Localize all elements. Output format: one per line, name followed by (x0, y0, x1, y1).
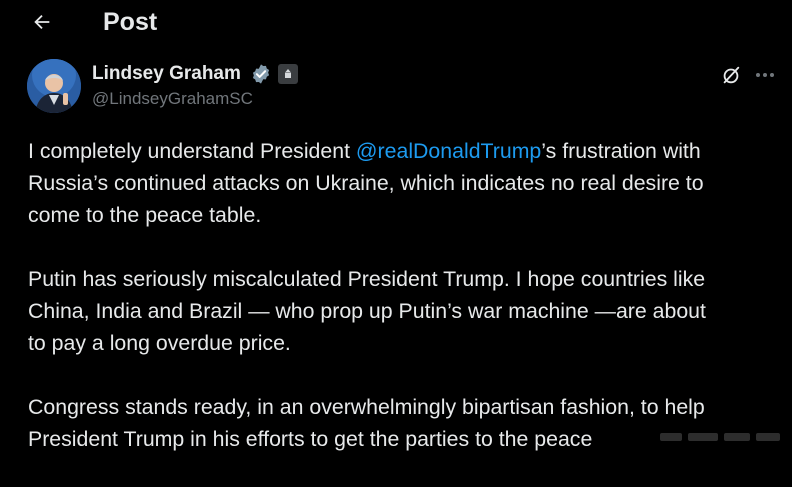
post-paragraph: I completely understand President @realD… (28, 135, 780, 231)
text-line: to pay a long overdue price. (28, 331, 291, 355)
text-segment: I completely understand President (28, 139, 356, 163)
author-avatar[interactable] (27, 59, 81, 113)
more-dots-icon (756, 73, 774, 77)
mention-link[interactable]: @realDonaldTrump (356, 139, 541, 163)
government-badge-icon (278, 64, 298, 84)
verified-check-icon (252, 64, 270, 84)
grok-icon (723, 66, 740, 84)
text-line: China, India and Brazil — who prop up Pu… (28, 299, 706, 323)
more-options-button[interactable] (752, 62, 778, 88)
author-handle[interactable]: @LindseyGrahamSC (92, 88, 253, 110)
text-line: I completely understand President @realD… (28, 135, 780, 167)
author-name[interactable]: Lindsey Graham (92, 62, 241, 86)
watermark-overlay (660, 428, 780, 446)
top-bar: Post (0, 0, 792, 44)
text-line: Congress stands ready, in an overwhelmin… (28, 395, 705, 419)
text-line: Russia’s continued attacks on Ukraine, w… (28, 171, 704, 195)
text-segment: ’s frustration with (541, 139, 701, 163)
grok-button[interactable] (718, 62, 744, 88)
text-line: come to the peace table. (28, 203, 262, 227)
back-button[interactable] (26, 6, 58, 38)
page-title: Post (103, 8, 158, 36)
post-paragraph: Putin has seriously miscalculated Presid… (28, 263, 780, 359)
arrow-left-icon (34, 14, 50, 30)
text-line: Putin has seriously miscalculated Presid… (28, 267, 706, 291)
